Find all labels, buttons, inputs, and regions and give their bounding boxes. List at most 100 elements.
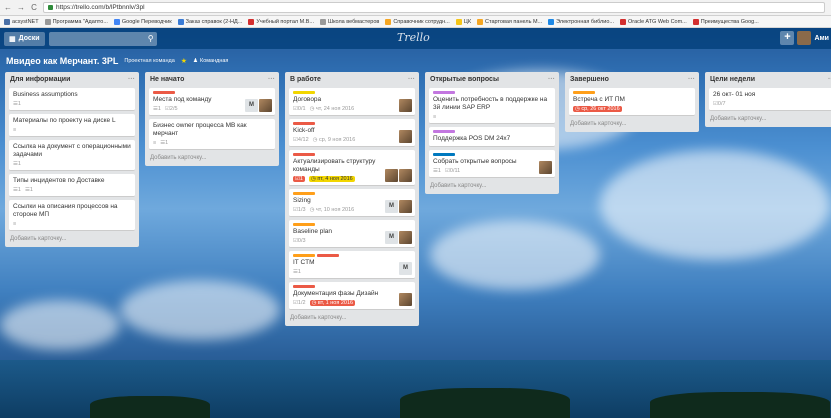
avatar[interactable] xyxy=(797,31,812,45)
add-card-button[interactable]: Добавить карточку... xyxy=(709,114,831,124)
list-title[interactable]: Для информации xyxy=(10,76,70,83)
boards-button[interactable]: ▦ Доски xyxy=(4,31,45,46)
bookmark-item[interactable]: Заказ справок (2-НД... xyxy=(177,18,242,25)
bookmark-item[interactable]: Преимущества Goog... xyxy=(692,18,759,25)
card[interactable]: Собрать открытые вопросы ☰1 ☑0/11 xyxy=(429,150,555,178)
visibility-button[interactable]: ♟ Командная xyxy=(193,58,228,64)
member-initial[interactable]: M xyxy=(385,231,398,244)
reload-icon[interactable]: C xyxy=(30,3,38,12)
member-avatar[interactable] xyxy=(399,293,412,306)
bookmark-item[interactable]: Стартовая панель М... xyxy=(477,18,542,25)
member-avatar[interactable] xyxy=(399,200,412,213)
card[interactable]: Актуализировать структуру команды ☑1 ◷ пт,… xyxy=(289,150,415,186)
card-label[interactable] xyxy=(293,153,315,156)
bookmark-item[interactable]: Учебный портал М.В... xyxy=(248,18,314,25)
card-badge: ◷ чт, 10 ноя 2016 xyxy=(309,207,355,213)
card-label[interactable] xyxy=(293,285,315,288)
card[interactable]: Договора ☑0/1 ◷ чт, 24 ноя 2016 xyxy=(289,88,415,116)
add-card-button[interactable]: Добавить карточку... xyxy=(429,181,555,191)
forward-icon[interactable]: → xyxy=(17,3,25,12)
card-label[interactable] xyxy=(317,254,339,257)
add-icon[interactable]: + xyxy=(780,31,795,45)
card-label[interactable] xyxy=(293,223,315,226)
member-avatar[interactable] xyxy=(399,231,412,244)
card-label[interactable] xyxy=(293,192,315,195)
list-menu-icon[interactable]: ··· xyxy=(688,76,695,83)
card[interactable]: Встреча с ИТ ПМ ◷ ср, 26 окт 2016 xyxy=(569,88,695,116)
card[interactable]: Business assumptions ☰1 xyxy=(9,88,135,111)
member-avatar[interactable] xyxy=(259,99,272,112)
list-title[interactable]: Цели недели xyxy=(710,76,755,83)
list-header[interactable]: В работе ··· xyxy=(289,74,415,85)
board-team[interactable]: Проектная команда xyxy=(124,58,174,64)
member-avatar[interactable] xyxy=(539,161,552,174)
bookmark-label: Школа вебмастеров xyxy=(328,18,380,25)
add-card-button[interactable]: Добавить карточку... xyxy=(569,119,695,129)
bookmark-icon xyxy=(113,18,120,25)
card-members xyxy=(399,99,412,112)
card-badges: ☑0/7 xyxy=(713,101,831,107)
trello-logo[interactable]: Trello xyxy=(397,31,430,44)
member-avatar[interactable] xyxy=(399,99,412,112)
back-icon[interactable]: ← xyxy=(4,3,12,12)
bookmark-item[interactable]: Программа "Адапто... xyxy=(44,18,108,25)
list-header[interactable]: Для информации ··· xyxy=(9,74,135,85)
user-name[interactable]: Ами xyxy=(814,35,829,42)
card-label[interactable] xyxy=(293,122,315,125)
card[interactable]: Оценить потребность в поддержке на 3й ли… xyxy=(429,88,555,124)
bookmark-item[interactable]: Справочник сотрудн... xyxy=(385,18,450,25)
member-initial[interactable]: M xyxy=(399,262,412,275)
member-avatar[interactable] xyxy=(385,169,398,182)
star-icon[interactable]: ★ xyxy=(181,57,187,65)
card-label[interactable] xyxy=(433,130,455,133)
list-header[interactable]: Завершено ··· xyxy=(569,74,695,85)
card[interactable]: Baseline plan ☑0/3 M xyxy=(289,220,415,248)
card-badge: ☑0/7 xyxy=(713,101,726,107)
list-menu-icon[interactable]: ··· xyxy=(408,76,415,83)
bookmark-item[interactable]: Oracle ATG Web Com... xyxy=(619,18,687,25)
bookmark-item[interactable]: acsystNET xyxy=(4,18,39,25)
card[interactable]: Типы инцидентов по Доставке ☰1 ☰1 xyxy=(9,174,135,197)
list-menu-icon[interactable]: ··· xyxy=(268,76,275,83)
card[interactable]: Документация фазы Дизайн ☑1/2 ◷ вт, 1 ноя … xyxy=(289,282,415,310)
card-label[interactable] xyxy=(433,91,455,94)
bookmark-item[interactable]: ЦК xyxy=(455,18,471,25)
board-title[interactable]: Мвидео как Мерчант. 3PL xyxy=(6,56,118,66)
member-initial[interactable]: M xyxy=(245,99,258,112)
card-label[interactable] xyxy=(153,91,175,94)
card-label[interactable] xyxy=(293,254,315,257)
card[interactable]: Kick-off ☑4/12 ◷ ср, 9 ноя 2016 xyxy=(289,119,415,147)
list-menu-icon[interactable]: ··· xyxy=(128,76,135,83)
card[interactable]: Sizing ☑1/3 ◷ чт, 10 ноя 2016 M xyxy=(289,189,415,217)
search-input[interactable]: ⚲ xyxy=(48,31,157,46)
add-card-button[interactable]: Добавить карточку... xyxy=(149,153,275,163)
list-header[interactable]: Не начато ··· xyxy=(149,74,275,85)
list-title[interactable]: Открытые вопросы xyxy=(430,76,499,83)
member-avatar[interactable] xyxy=(399,169,412,182)
list-header[interactable]: Цели недели··· xyxy=(709,74,831,85)
add-card-button[interactable]: Добавить карточку... xyxy=(9,234,135,244)
card-label[interactable] xyxy=(433,153,455,156)
card[interactable]: Поддержка POS DM 24x7 xyxy=(429,127,555,147)
list-title[interactable]: В работе xyxy=(290,76,321,83)
member-initial[interactable]: M xyxy=(385,200,398,213)
list-header[interactable]: Открытые вопросы ··· xyxy=(429,74,555,85)
bookmark-item[interactable]: Школа вебмастеров xyxy=(320,18,380,25)
card-label[interactable] xyxy=(293,91,315,94)
bookmark-item[interactable]: Google Переводчик xyxy=(113,18,172,25)
card[interactable]: 26 окт- 01 ноя ☑0/7 xyxy=(709,88,831,111)
address-bar[interactable]: https://trello.com/b/lPtbnnlv/3pl xyxy=(43,2,825,13)
list-title[interactable]: Завершено xyxy=(570,76,609,83)
member-avatar[interactable] xyxy=(399,130,412,143)
card[interactable]: Бизнес owner процесса МВ как мерчант ≡ ☰1 xyxy=(149,119,275,150)
list-menu-icon[interactable]: ··· xyxy=(548,76,555,83)
card[interactable]: IT CTM ☰1 M xyxy=(289,251,415,279)
card[interactable]: Ссылки на описания процессов на стороне … xyxy=(9,200,135,231)
card[interactable]: Ссылка на документ с операционными задач… xyxy=(9,140,135,171)
card-label[interactable] xyxy=(573,91,595,94)
bookmark-item[interactable]: Электронная библио... xyxy=(548,18,614,25)
card[interactable]: Места под команду ☰1 ☑2/5 M xyxy=(149,88,275,116)
list-title[interactable]: Не начато xyxy=(150,76,184,83)
card[interactable]: Материалы по проекту на диске L ≡ xyxy=(9,114,135,137)
add-card-button[interactable]: Добавить карточку... xyxy=(289,313,415,323)
